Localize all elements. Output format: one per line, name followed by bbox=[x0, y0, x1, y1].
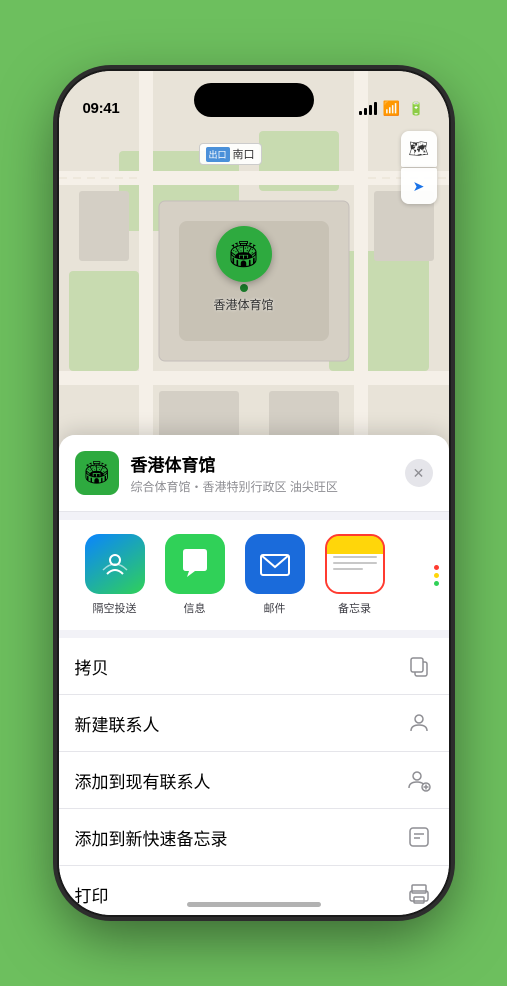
status-time: 09:41 bbox=[83, 100, 120, 117]
bottom-sheet: 🏟 香港体育馆 综合体育馆・香港特别行政区 油尖旺区 ✕ bbox=[59, 435, 449, 915]
add-notes-icon bbox=[405, 823, 433, 851]
copy-label: 拷贝 bbox=[75, 654, 405, 679]
location-info: 香港体育馆 综合体育馆・香港特别行政区 油尖旺区 bbox=[131, 451, 393, 495]
print-icon bbox=[405, 880, 433, 908]
notes-label: 备忘录 bbox=[338, 600, 371, 616]
action-new-contact[interactable]: 新建联系人 bbox=[59, 695, 449, 752]
messages-icon bbox=[165, 534, 225, 594]
dot-yellow bbox=[434, 573, 439, 578]
dot-green bbox=[434, 581, 439, 586]
map-location-label: 出口 南口 bbox=[199, 143, 262, 165]
copy-icon bbox=[405, 652, 433, 680]
stadium-pin: 🏟 香港体育馆 bbox=[214, 226, 274, 313]
pin-icon: 🏟 bbox=[216, 226, 272, 282]
add-existing-icon bbox=[405, 766, 433, 794]
action-list: 拷贝 新建联系人 bbox=[59, 638, 449, 915]
location-app-icon: 🏟 bbox=[75, 451, 119, 495]
label-text: 南口 bbox=[233, 146, 255, 162]
mail-svg bbox=[257, 546, 293, 582]
new-contact-label: 新建联系人 bbox=[75, 711, 405, 736]
airdrop-icon bbox=[85, 534, 145, 594]
battery-icon: 🔋 bbox=[408, 101, 424, 117]
location-subtitle: 综合体育馆・香港特别行政区 油尖旺区 bbox=[131, 478, 393, 495]
new-contact-icon bbox=[405, 709, 433, 737]
airdrop-label: 隔空投送 bbox=[93, 600, 137, 616]
map-controls: 🗺 ➤ bbox=[401, 131, 437, 204]
location-name: 香港体育馆 bbox=[131, 451, 393, 476]
wifi-icon: 📶 bbox=[383, 100, 400, 117]
more-indicator bbox=[399, 520, 449, 630]
signal-icon bbox=[359, 102, 377, 115]
status-icons: 📶 🔋 bbox=[359, 100, 425, 117]
share-messages[interactable]: 信息 bbox=[155, 534, 235, 616]
messages-label: 信息 bbox=[184, 600, 206, 616]
action-add-notes[interactable]: 添加到新快速备忘录 bbox=[59, 809, 449, 866]
label-tag: 出口 bbox=[206, 147, 230, 162]
add-existing-svg bbox=[407, 768, 431, 792]
share-airdrop[interactable]: 隔空投送 bbox=[75, 534, 155, 616]
dot-red bbox=[434, 565, 439, 570]
add-existing-label: 添加到现有联系人 bbox=[75, 768, 405, 793]
home-indicator bbox=[187, 902, 321, 907]
new-contact-svg bbox=[407, 711, 431, 735]
add-notes-label: 添加到新快速备忘录 bbox=[75, 825, 405, 850]
more-dots-container bbox=[434, 565, 439, 586]
phone-screen: 09:41 📶 🔋 bbox=[59, 71, 449, 915]
phone-frame: 09:41 📶 🔋 bbox=[59, 71, 449, 915]
close-button[interactable]: ✕ bbox=[405, 459, 433, 487]
action-copy[interactable]: 拷贝 bbox=[59, 638, 449, 695]
pin-label: 香港体育馆 bbox=[214, 296, 274, 313]
add-notes-svg bbox=[407, 825, 431, 849]
dynamic-island bbox=[194, 83, 314, 117]
location-button[interactable]: ➤ bbox=[401, 168, 437, 204]
airdrop-svg bbox=[99, 548, 131, 580]
copy-svg bbox=[407, 654, 431, 678]
messages-svg bbox=[177, 546, 213, 582]
share-notes[interactable]: 备忘录 bbox=[315, 534, 395, 616]
share-row: 隔空投送 信息 bbox=[59, 520, 449, 630]
location-header: 🏟 香港体育馆 综合体育馆・香港特别行政区 油尖旺区 ✕ bbox=[59, 435, 449, 512]
action-print[interactable]: 打印 bbox=[59, 866, 449, 915]
map-layers-button[interactable]: 🗺 bbox=[401, 131, 437, 167]
notes-icon bbox=[325, 534, 385, 594]
action-add-existing[interactable]: 添加到现有联系人 bbox=[59, 752, 449, 809]
pin-dot bbox=[240, 284, 248, 292]
print-svg bbox=[407, 882, 431, 906]
share-mail[interactable]: 邮件 bbox=[235, 534, 315, 616]
mail-icon bbox=[245, 534, 305, 594]
mail-label: 邮件 bbox=[264, 600, 286, 616]
